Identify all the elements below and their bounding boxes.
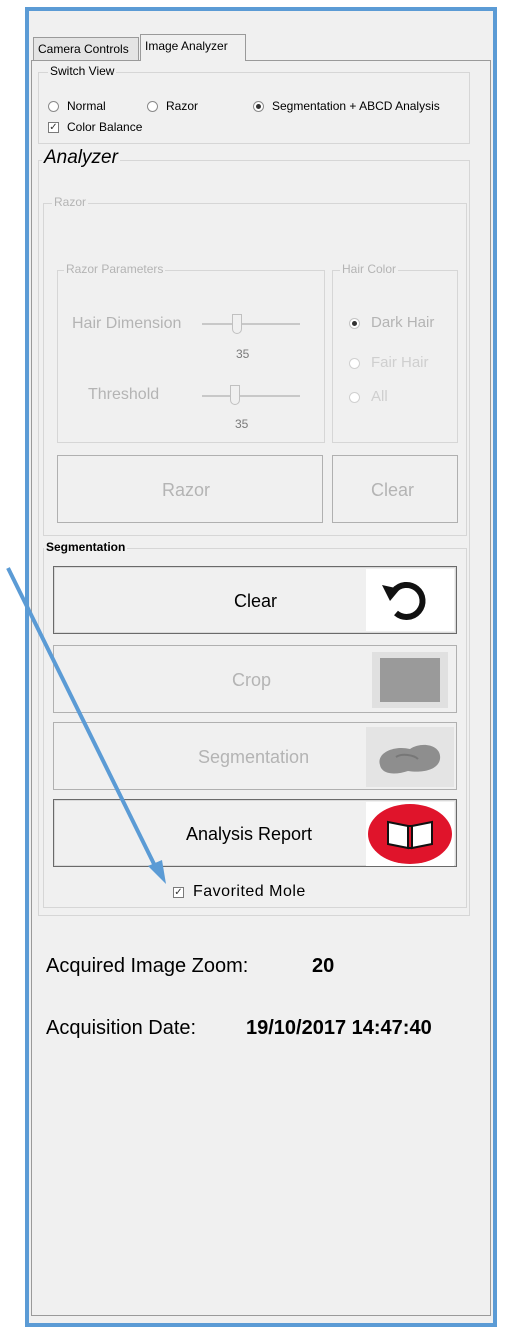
annotation-arrow [6, 567, 157, 867]
tab-image-analyzer[interactable]: Image Analyzer [140, 34, 246, 61]
annotation-arrow-head [148, 860, 166, 884]
tab-image-analyzer-label: Image Analyzer [145, 39, 228, 53]
annotation-arrow-overlay [6, 567, 166, 884]
